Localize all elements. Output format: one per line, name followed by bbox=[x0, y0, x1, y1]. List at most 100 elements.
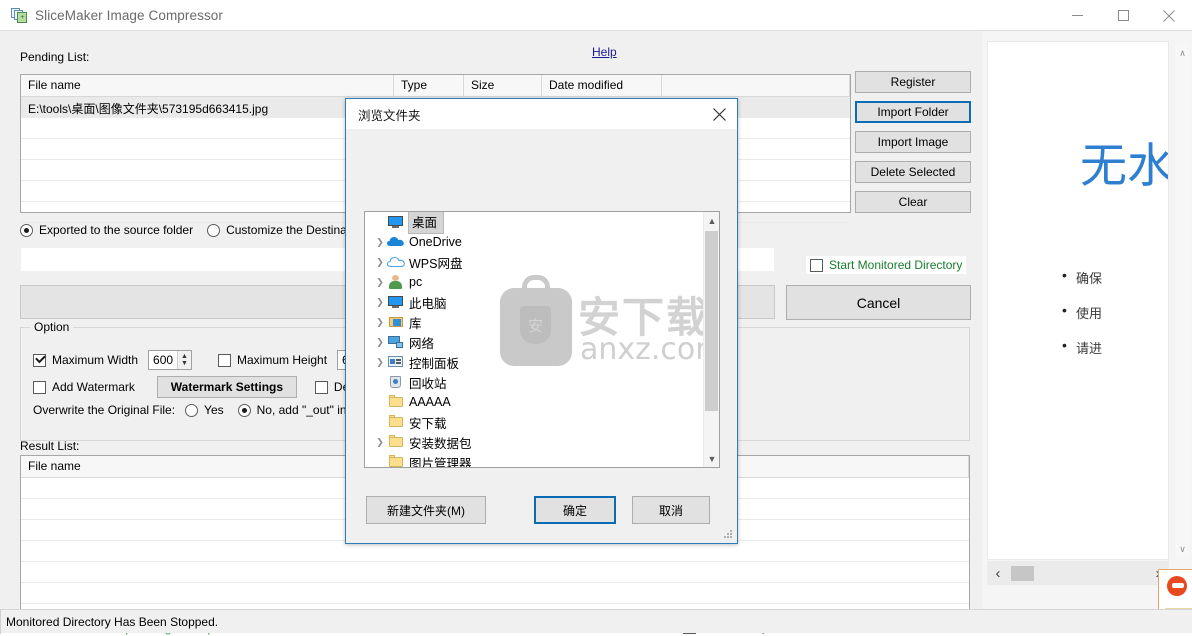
tree-item-control-panel[interactable]: ❯ 控制面板 bbox=[365, 352, 703, 372]
radio-overwrite-yes-label: Yes bbox=[204, 403, 224, 417]
wps-cloud-icon bbox=[386, 254, 405, 270]
pending-list-header: File name Type Size Date modified bbox=[21, 75, 850, 97]
onedrive-cloud-icon bbox=[387, 234, 405, 250]
new-folder-button[interactable]: 新建文件夹(M) bbox=[366, 496, 486, 524]
column-header-type[interactable]: Type bbox=[394, 75, 464, 96]
tree-item-label: 图片管理器 bbox=[409, 456, 472, 468]
tree-item-onedrive[interactable]: ❯ OneDrive bbox=[365, 232, 703, 252]
web-preview-panel: 无水 确保 使用 请进 ∧ ∨ ‹ › bbox=[982, 31, 1192, 609]
help-link[interactable]: Help bbox=[592, 45, 617, 59]
tree-item-wps-cloud[interactable]: ❯ WPS网盘 bbox=[365, 252, 703, 272]
chevron-right-icon[interactable]: ❯ bbox=[373, 337, 387, 348]
import-folder-button[interactable]: Import Folder bbox=[855, 101, 971, 123]
radio-exported-to-source-folder[interactable] bbox=[20, 223, 33, 237]
scrollbar-thumb[interactable] bbox=[1011, 565, 1034, 581]
folder-icon bbox=[387, 434, 405, 450]
column-header-date-modified[interactable]: Date modified bbox=[542, 75, 662, 96]
window-controls bbox=[1054, 0, 1192, 31]
register-button[interactable]: Register bbox=[855, 71, 971, 93]
chevron-right-icon[interactable]: ❯ bbox=[373, 297, 387, 308]
cancel-button[interactable]: Cancel bbox=[786, 285, 971, 320]
network-icon bbox=[387, 334, 405, 350]
checkbox-add-watermark[interactable] bbox=[33, 380, 46, 394]
column-header-size[interactable]: Size bbox=[464, 75, 542, 96]
stepper-arrows[interactable]: ▲▼ bbox=[177, 351, 192, 369]
tree-item-install-package[interactable]: ❯ 安装数据包 bbox=[365, 432, 703, 452]
tree-item-aaaaa[interactable]: AAAAA bbox=[365, 392, 703, 412]
tree-item-network[interactable]: ❯ 网络 bbox=[365, 332, 703, 352]
tree-item-label: pc bbox=[409, 275, 423, 289]
overwrite-options-row: Overwrite the Original File: Yes No, add… bbox=[33, 403, 379, 417]
tree-item-label: OneDrive bbox=[409, 235, 462, 249]
checkbox-delete[interactable] bbox=[314, 380, 328, 394]
tree-item-label: AAAAA bbox=[409, 395, 451, 409]
tree-item-pc-user[interactable]: ❯ pc bbox=[365, 272, 703, 292]
start-monitored-directory-checkbox[interactable]: Start Monitored Directory bbox=[806, 256, 967, 274]
table-row[interactable] bbox=[21, 583, 969, 604]
tree-item-image-manager[interactable]: 图片管理器 bbox=[365, 452, 703, 468]
tree-item-anxiazai[interactable]: 安下载 bbox=[365, 412, 703, 432]
scroll-left-icon[interactable]: ‹ bbox=[987, 565, 1009, 582]
scroll-down-icon[interactable]: ∨ bbox=[1175, 541, 1190, 557]
confirm-button[interactable]: 确定 bbox=[534, 496, 616, 524]
scrollbar-thumb[interactable] bbox=[705, 231, 718, 411]
partial-notification-popup[interactable] bbox=[1158, 569, 1192, 609]
maximum-width-stepper[interactable]: 600 ▲ ▼ bbox=[148, 350, 193, 370]
scroll-up-icon[interactable]: ▲ bbox=[704, 212, 719, 229]
tree-item-recycle-bin[interactable]: 回收站 bbox=[365, 372, 703, 392]
import-image-button[interactable]: Import Image bbox=[855, 131, 971, 153]
radio-overwrite-no[interactable] bbox=[237, 403, 251, 417]
table-row[interactable] bbox=[21, 541, 969, 562]
side-button-group: Register Import Folder Import Image Dele… bbox=[855, 71, 971, 221]
destination-options: Exported to the source folder Customize … bbox=[20, 223, 380, 237]
pending-list-label: Pending List: bbox=[20, 50, 90, 64]
tree-item-label: WPS网盘 bbox=[409, 256, 463, 271]
start-monitored-directory-label: Start Monitored Directory bbox=[829, 258, 963, 272]
horizontal-scrollbar[interactable]: ‹ › bbox=[987, 561, 1169, 585]
delete-selected-button[interactable]: Delete Selected bbox=[855, 161, 971, 183]
web-page-content: 无水 确保 使用 请进 bbox=[987, 41, 1169, 560]
clear-button[interactable]: Clear bbox=[855, 191, 971, 213]
scroll-up-icon[interactable]: ∧ bbox=[1175, 45, 1190, 61]
table-row[interactable] bbox=[21, 562, 969, 583]
folder-icon bbox=[387, 394, 405, 410]
watermark-options-row: Add Watermark Watermark Settings Delete bbox=[33, 376, 379, 398]
dialog-close-icon[interactable] bbox=[705, 102, 733, 126]
maximize-icon[interactable] bbox=[1100, 0, 1146, 31]
web-heading: 无水 bbox=[1080, 139, 1169, 194]
chevron-right-icon[interactable]: ❯ bbox=[373, 237, 387, 248]
chevron-right-icon[interactable]: ❯ bbox=[373, 357, 387, 368]
dialog-resize-handle[interactable] bbox=[724, 530, 733, 539]
folder-tree[interactable]: 桌面 ❯ OneDrive ❯ WPS网盘 ❯ pc ❯ 此电脑 ❯ 库 ❯ 网… bbox=[364, 211, 720, 468]
tree-vertical-scrollbar[interactable]: ▲ ▼ bbox=[703, 212, 719, 467]
vertical-scrollbar[interactable]: ∧ ∨ bbox=[1175, 45, 1190, 557]
application-window: + SliceMaker Image Compressor Pending Li… bbox=[0, 0, 1192, 636]
dialog-cancel-button[interactable]: 取消 bbox=[632, 496, 710, 524]
checkbox-box bbox=[810, 258, 823, 272]
chevron-right-icon[interactable]: ❯ bbox=[373, 437, 387, 448]
maximum-width-value: 600 bbox=[153, 353, 174, 367]
checkbox-maximum-width[interactable] bbox=[33, 353, 46, 367]
close-icon[interactable] bbox=[1146, 0, 1192, 31]
checkbox-maximum-height[interactable] bbox=[218, 353, 232, 367]
status-text: Monitored Directory Has Been Stopped. bbox=[6, 615, 219, 629]
list-item: 请进 bbox=[1062, 337, 1168, 357]
this-pc-icon bbox=[387, 294, 405, 310]
status-bar: Monitored Directory Has Been Stopped. bbox=[0, 609, 1192, 634]
radio-customize-destination[interactable] bbox=[207, 223, 221, 237]
column-header-file-name[interactable]: File name bbox=[21, 75, 394, 96]
watermark-settings-button[interactable]: Watermark Settings bbox=[156, 376, 297, 398]
chevron-right-icon[interactable]: ❯ bbox=[373, 257, 387, 268]
web-bullet-list: 确保 使用 请进 bbox=[1022, 267, 1168, 373]
minimize-icon[interactable] bbox=[1054, 0, 1100, 31]
tree-item-libraries[interactable]: ❯ 库 bbox=[365, 312, 703, 332]
tree-item-label: 桌面 bbox=[407, 212, 445, 234]
chevron-right-icon[interactable]: ❯ bbox=[373, 277, 387, 288]
control-panel-icon bbox=[387, 354, 405, 370]
tree-item-this-pc[interactable]: ❯ 此电脑 bbox=[365, 292, 703, 312]
radio-overwrite-yes[interactable] bbox=[185, 403, 199, 417]
chevron-right-icon[interactable]: ❯ bbox=[373, 317, 387, 328]
tree-item-desktop[interactable]: 桌面 bbox=[365, 212, 703, 234]
scroll-down-icon[interactable]: ▼ bbox=[704, 450, 719, 467]
maximum-width-label: Maximum Width bbox=[52, 353, 139, 367]
